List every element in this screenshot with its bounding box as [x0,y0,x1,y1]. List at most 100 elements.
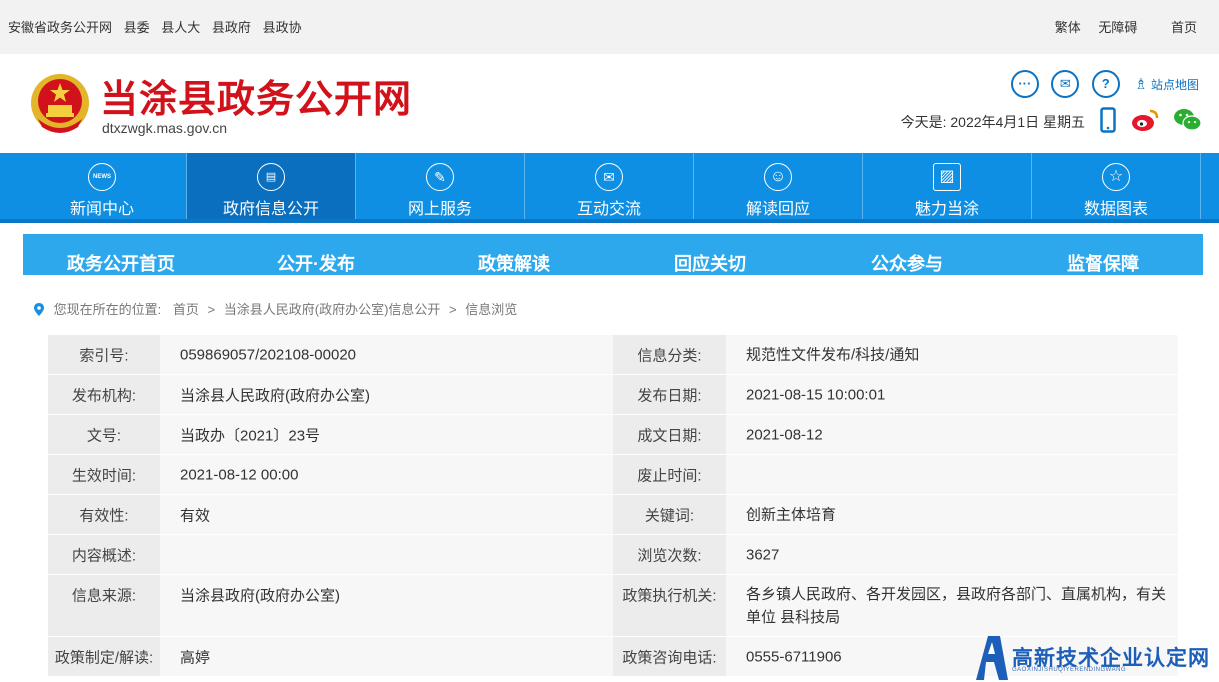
value-publish-date: 2021-08-15 10:00:01 [746,386,886,403]
label-executing-agency: 政策执行机关: [613,575,726,636]
picture-icon: ▨ [933,163,961,191]
value-effective-time: 2021-08-12 00:00 [180,466,299,483]
main-nav: NEWS 新闻中心 ▤ 政府信息公开 ✎ 网上服务 ✉ 互动交流 ☺ 解读回应 … [0,153,1219,223]
label-effective-time: 生效时间: [48,455,160,494]
header-tools: ··· ✉ ? ♗ 站点地图 [1003,70,1199,98]
value-policy-maker: 高婷 [180,649,211,666]
nav-label: 解读回应 [745,201,810,218]
date-value: 2022年4月1日 星期五 [950,114,1085,130]
label-abolish-time: 废止时间: [613,455,726,494]
nav-label: 新闻中心 [69,201,134,218]
nav-item-data-charts[interactable]: ☆ 数据图表 [1032,153,1201,219]
pencil-icon: ✎ [426,163,454,191]
subnav-item-home[interactable]: 政务公开首页 [67,250,175,276]
label-view-count: 浏览次数: [613,535,726,574]
date-prefix: 今天是: [900,114,947,130]
nav-item-interaction[interactable]: ✉ 互动交流 [525,153,694,219]
breadcrumb-prefix: 您现在所在的位置: [53,302,162,317]
sitemap-label: 站点地图 [1150,78,1199,92]
social-links [1090,107,1203,138]
top-links-right: 繁体 无障碍 首页 [1041,17,1197,36]
subnav-item-response[interactable]: 回应关切 [674,250,746,276]
accessibility-link[interactable]: 无障碍 [1098,20,1137,35]
traditional-chinese-link[interactable]: 繁体 [1055,20,1081,35]
subnav-item-supervision[interactable]: 监督保障 [1067,250,1139,276]
value-index-number: 059869057/202108-00020 [180,346,357,363]
label-keywords: 关键词: [613,495,726,534]
label-summary: 内容概述: [48,535,160,574]
label-consult-phone: 政策咨询电话: [613,637,726,676]
location-pin-icon [34,303,44,316]
table-row: 索引号: 059869057/202108-00020 信息分类: 规范性文件发… [48,335,1178,375]
subnav-item-publish[interactable]: 公开·发布 [277,250,355,276]
label-policy-maker: 政策制定/解读: [48,637,160,676]
weibo-icon[interactable] [1131,108,1159,137]
breadcrumb-home[interactable]: 首页 [173,302,199,317]
news-icon: NEWS [88,163,116,191]
table-row: 发布机构: 当涂县人民政府(政府办公室) 发布日期: 2021-08-15 10… [48,375,1178,415]
mobile-icon[interactable] [1100,107,1116,138]
watermark-subtext: GAOXINJISHUQIYERENDINGWANG [1012,667,1127,673]
value-summary [160,535,613,574]
nav-label: 政府信息公开 [222,201,319,218]
nav-item-news[interactable]: NEWS 新闻中心 [18,153,187,219]
breadcrumb-separator: > [449,302,457,317]
nav-item-gov-info[interactable]: ▤ 政府信息公开 [187,153,356,219]
sitemap-icon: ♗ [1134,76,1148,93]
label-validity: 有效性: [48,495,160,534]
star-icon: ☆ [1102,163,1130,191]
breadcrumb-gov-office[interactable]: 当涂县人民政府(政府办公室)信息公开 [224,302,441,317]
breadcrumb-current[interactable]: 信息浏览 [465,302,517,317]
sitemap-link[interactable]: ♗ 站点地图 [1134,75,1199,93]
nav-label: 数据图表 [1083,201,1148,218]
help-icon[interactable]: ? [1091,70,1120,98]
document-icon: ▤ [257,163,285,191]
table-row: 文号: 当政办〔2021〕23号 成文日期: 2021-08-12 [48,415,1178,455]
value-doc-number: 当政办〔2021〕23号 [180,427,321,444]
watermark-logo-icon [976,636,1008,680]
label-doc-number: 文号: [48,415,160,454]
value-executing-agency: 各乡镇人民政府、各开发园区，县政府各部门、直属机构，有关单位 县科技局 [746,586,1167,626]
watermark: 高新技术企业认定网 GAOXINJISHUQIYERENDINGWANG [972,632,1219,682]
site-title[interactable]: 当涂县政务公开网 [100,68,412,123]
nav-item-online-service[interactable]: ✎ 网上服务 [356,153,525,219]
label-publisher: 发布机构: [48,375,160,414]
table-row: 生效时间: 2021-08-12 00:00 废止时间: [48,455,1178,495]
nav-item-charm[interactable]: ▨ 魅力当涂 [863,153,1032,219]
sub-nav: 政务公开首页 公开·发布 政策解读 回应关切 公众参与 监督保障 [23,234,1203,275]
link-county-committee[interactable]: 县委 [124,20,150,35]
top-links-left: 安徽省政务公开网 县委 县人大 县政府 县政协 [8,17,310,36]
value-validity: 有效 [180,507,211,524]
subnav-item-policy[interactable]: 政策解读 [478,250,550,276]
link-county-government[interactable]: 县政府 [212,20,251,35]
value-info-category: 规范性文件发布/科技/通知 [746,346,920,363]
breadcrumb: 您现在所在的位置: 首页 > 当涂县人民政府(政府办公室)信息公开 > 信息浏览 [34,299,517,318]
top-bar: 安徽省政务公开网 县委 县人大 县政府 县政协 繁体 无障碍 首页 [0,0,1219,54]
label-index-number: 索引号: [48,335,160,374]
label-source: 信息来源: [48,575,160,636]
link-county-cppcc[interactable]: 县政协 [263,20,302,35]
chat-icon[interactable]: ··· [1010,70,1039,98]
nav-item-interpretation[interactable]: ☺ 解读回应 [694,153,863,219]
mail-icon[interactable]: ✉ [1051,70,1080,98]
link-province-portal[interactable]: 安徽省政务公开网 [8,20,112,35]
home-link[interactable]: 首页 [1171,20,1197,35]
nav-label: 互动交流 [576,201,641,218]
current-date: 今天是: 2022年4月1日 星期五 [901,112,1085,132]
nav-label: 魅力当涂 [914,201,979,218]
label-publish-date: 发布日期: [613,375,726,414]
value-publisher: 当涂县人民政府(政府办公室) [180,387,370,404]
wechat-icon[interactable] [1173,107,1203,138]
value-source: 当涂县政府(政府办公室) [180,587,340,605]
smile-icon: ☺ [764,163,792,191]
subnav-item-participation[interactable]: 公众参与 [871,250,943,276]
site-header: 当涂县政务公开网 dtxzwgk.mas.gov.cn ··· ✉ ? ♗ 站点… [0,54,1219,153]
table-row: 内容概述: 浏览次数: 3627 [48,535,1178,575]
national-emblem-icon [31,74,89,133]
link-county-congress[interactable]: 县人大 [161,20,200,35]
value-written-date: 2021-08-12 [746,426,823,443]
label-written-date: 成文日期: [613,415,726,454]
table-row: 信息来源: 当涂县政府(政府办公室) 政策执行机关: 各乡镇人民政府、各开发园区… [48,575,1178,637]
site-domain: dtxzwgk.mas.gov.cn [102,120,228,136]
info-table: 索引号: 059869057/202108-00020 信息分类: 规范性文件发… [48,335,1178,677]
